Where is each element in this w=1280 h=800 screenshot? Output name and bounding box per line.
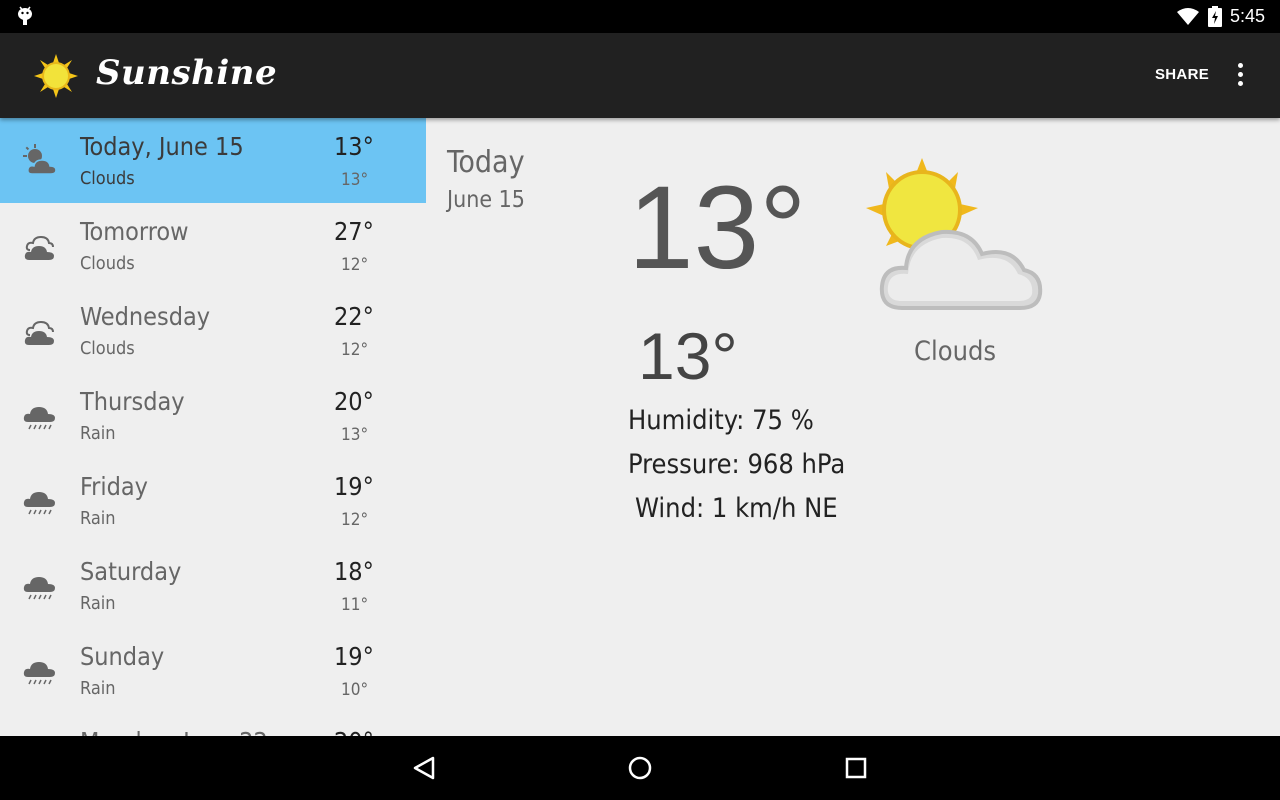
app-bar: Sunshine SHARE [0,33,1280,118]
rain-icon [23,662,55,685]
recents-icon[interactable] [842,754,870,782]
detail-condition: Clouds [914,336,997,367]
forecast-list[interactable]: Today, June 15 Clouds 13° 13° Tomorrow C… [0,118,426,736]
partly-cloudy-icon [23,144,57,175]
detail-day: Today [447,145,525,180]
forecast-high: 27° [334,217,374,246]
forecast-row-saturday[interactable]: Saturday Rain 18° 11° [0,543,426,628]
forecast-desc: Clouds [80,253,135,274]
detail-wind: Wind: 1 km/h NE [635,493,838,524]
forecast-low: 13° [341,170,369,190]
forecast-low: 10° [341,680,369,700]
cloudy-icon [24,320,54,345]
detail-pressure: Pressure: 968 hPa [628,449,846,480]
forecast-row-sunday[interactable]: Sunday Rain 19° 10° [0,628,426,713]
forecast-desc: Clouds [80,338,135,359]
detail-humidity: Humidity: 75 % [628,405,814,436]
forecast-desc: Rain [80,678,116,699]
forecast-day: Saturday [80,557,182,586]
forecast-desc: Clouds [80,168,135,189]
sun-logo-icon [34,54,78,98]
forecast-high: 19° [334,472,374,501]
back-icon[interactable] [411,754,439,782]
forecast-low: 12° [341,510,369,530]
partly-cloudy-art-icon [866,158,1043,310]
wifi-icon [1177,8,1199,25]
forecast-day: Monday, June 22 [80,727,268,736]
overflow-menu-icon[interactable] [1232,63,1248,89]
detail-low-temp: 13° [638,319,738,393]
forecast-desc: Rain [80,423,116,444]
detail-date: June 15 [447,187,525,213]
app-title: Sunshine [96,53,278,93]
forecast-row-thursday[interactable]: Thursday Rain 20° 13° [0,373,426,458]
forecast-low: 12° [341,340,369,360]
cloudy-icon [24,235,54,260]
forecast-day: Wednesday [80,302,211,331]
home-icon[interactable] [626,754,654,782]
status-time: 5:45 [1230,6,1266,26]
navigation-bar [0,736,1280,800]
forecast-low: 12° [341,255,369,275]
forecast-desc: Rain [80,593,116,614]
rain-icon [23,577,55,600]
forecast-day: Tomorrow [80,217,189,246]
forecast-high: 22° [334,302,374,331]
forecast-day: Sunday [80,642,165,671]
forecast-desc: Rain [80,508,116,529]
forecast-row-tomorrow[interactable]: Tomorrow Clouds 27° 12° [0,203,426,288]
forecast-row-friday[interactable]: Friday Rain 19° 12° [0,458,426,543]
forecast-high: 20° [334,387,374,416]
forecast-high: 13° [334,132,374,161]
forecast-day: Thursday [80,387,185,416]
detail-high-temp: 13° [628,162,807,294]
rain-icon [23,492,55,515]
battery-charging-icon [1208,6,1222,27]
rain-icon [23,407,55,430]
status-bar: 5:45 [0,0,1280,33]
forecast-row-wednesday[interactable]: Wednesday Clouds 22° 12° [0,288,426,373]
share-button[interactable]: SHARE [1155,66,1209,83]
forecast-low: 11° [341,595,369,615]
forecast-day: Today, June 15 [80,132,244,161]
forecast-high: 20° [334,727,374,736]
forecast-row-today[interactable]: Today, June 15 Clouds 13° 13° [0,118,426,203]
forecast-high: 19° [334,642,374,671]
forecast-high: 18° [334,557,374,586]
forecast-row-monday[interactable]: Monday, June 22 20° [0,713,426,736]
android-notification-icon [18,6,32,25]
forecast-low: 13° [341,425,369,445]
forecast-day: Friday [80,472,148,501]
